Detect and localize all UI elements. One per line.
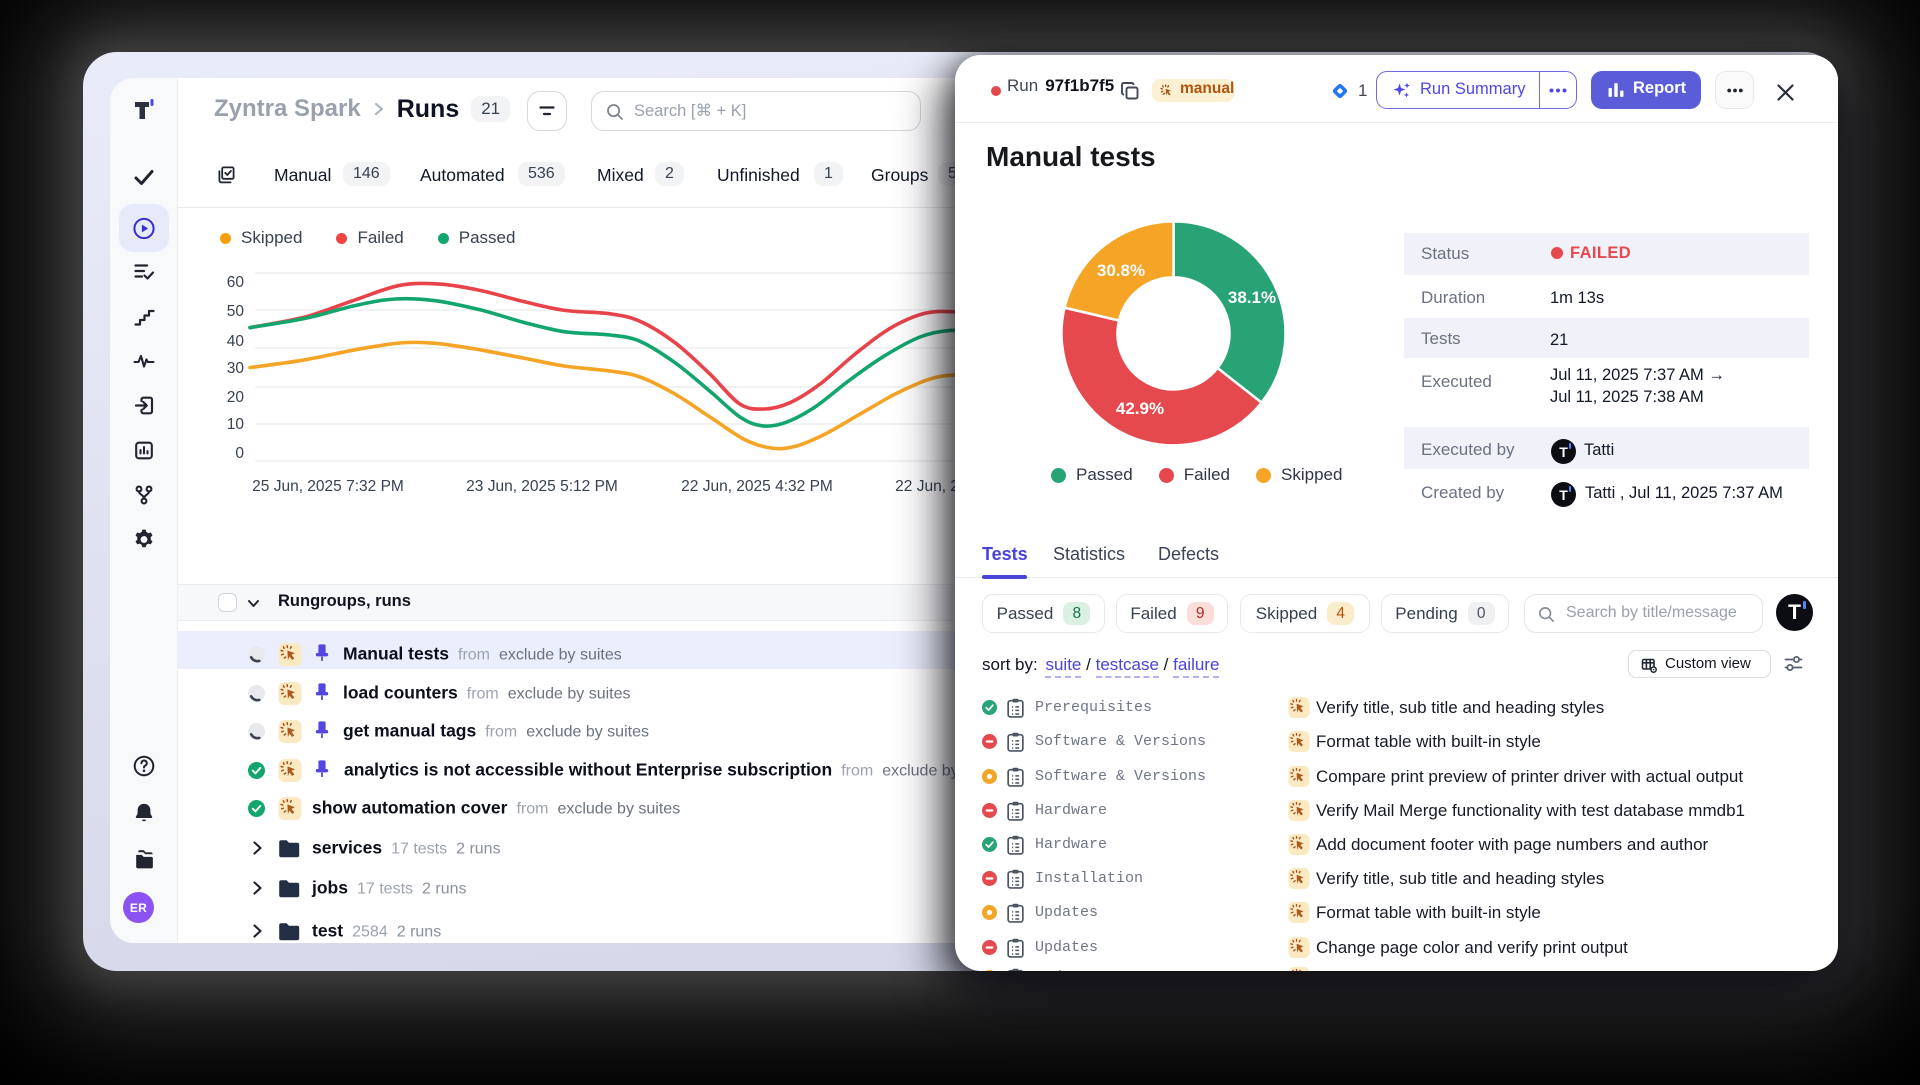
- svg-text:38.1%: 38.1%: [1228, 288, 1276, 307]
- svg-text:25 Jun, 2025 7:32 PM: 25 Jun, 2025 7:32 PM: [252, 478, 404, 495]
- svg-text:30: 30: [227, 360, 245, 377]
- svg-text:0: 0: [235, 445, 244, 462]
- svg-text:40: 40: [227, 333, 245, 350]
- svg-text:60: 60: [227, 274, 245, 291]
- svg-text:22 Jun, 2025 4:32 PM: 22 Jun, 2025 4:32 PM: [681, 478, 833, 495]
- svg-text:23 Jun, 2025 5:12 PM: 23 Jun, 2025 5:12 PM: [466, 478, 618, 495]
- svg-text:50: 50: [227, 303, 245, 320]
- svg-text:30.8%: 30.8%: [1097, 261, 1145, 280]
- svg-text:42.9%: 42.9%: [1116, 399, 1164, 418]
- svg-text:10: 10: [227, 416, 245, 433]
- svg-text:20: 20: [227, 389, 245, 406]
